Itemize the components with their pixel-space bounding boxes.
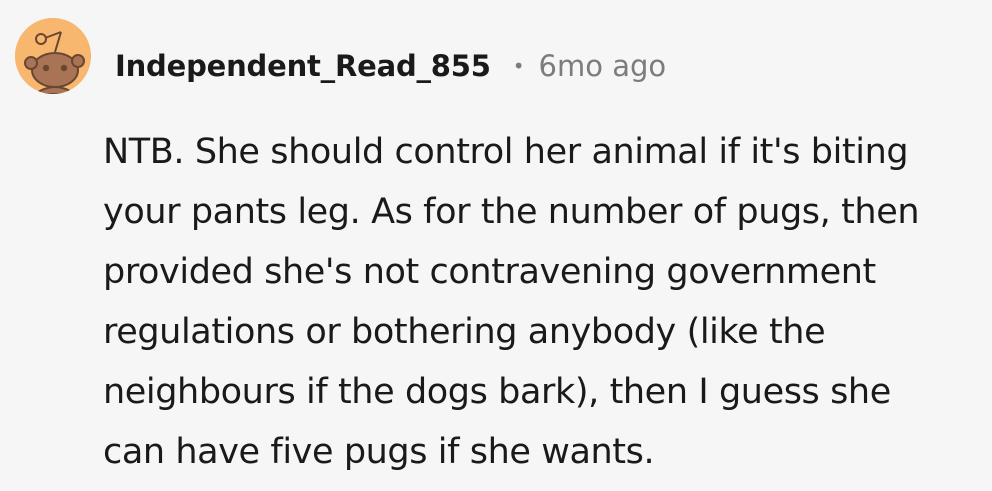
username-link[interactable]: Independent_Read_855: [115, 49, 491, 83]
comment-body: NTB. She should control her animal if it…: [103, 122, 983, 482]
snoo-avatar-icon: [15, 18, 91, 94]
comment-body-line: your pants leg. As for the number of pug…: [103, 192, 920, 232]
comment-body-line: regulations or bothering anybody (like t…: [103, 312, 826, 352]
comment-meta: Independent_Read_855 • 6mo ago: [115, 46, 666, 86]
timestamp[interactable]: 6mo ago: [539, 49, 667, 83]
comment-body-line: neighbours if the dogs bark), then I gue…: [103, 372, 891, 412]
comment-body-line: provided she's not contravening governme…: [103, 252, 876, 292]
comment: Independent_Read_855 • 6mo ago NTB. She …: [0, 0, 992, 491]
comment-body-line: NTB. She should control her animal if it…: [103, 132, 909, 172]
comment-body-line: can have five pugs if she wants.: [103, 432, 655, 472]
meta-separator: •: [512, 54, 525, 78]
user-avatar[interactable]: [15, 18, 91, 94]
